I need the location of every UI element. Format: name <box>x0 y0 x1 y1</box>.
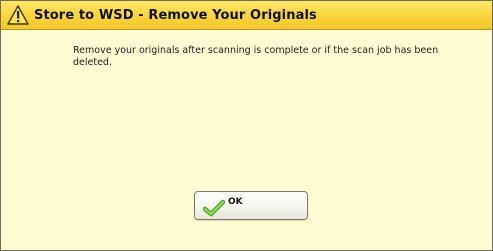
ok-button-label: OK <box>228 197 243 207</box>
ok-button[interactable]: OK <box>194 191 308 220</box>
dialog-title: Store to WSD - Remove Your Originals <box>34 7 317 23</box>
dialog-title-bar: Store to WSD - Remove Your Originals <box>1 1 492 30</box>
dialog-message: Remove your originals after scanning is … <box>73 45 439 68</box>
checkmark-icon <box>202 199 226 217</box>
remove-originals-dialog: Store to WSD - Remove Your Originals Rem… <box>0 0 493 251</box>
warning-icon <box>7 5 29 25</box>
